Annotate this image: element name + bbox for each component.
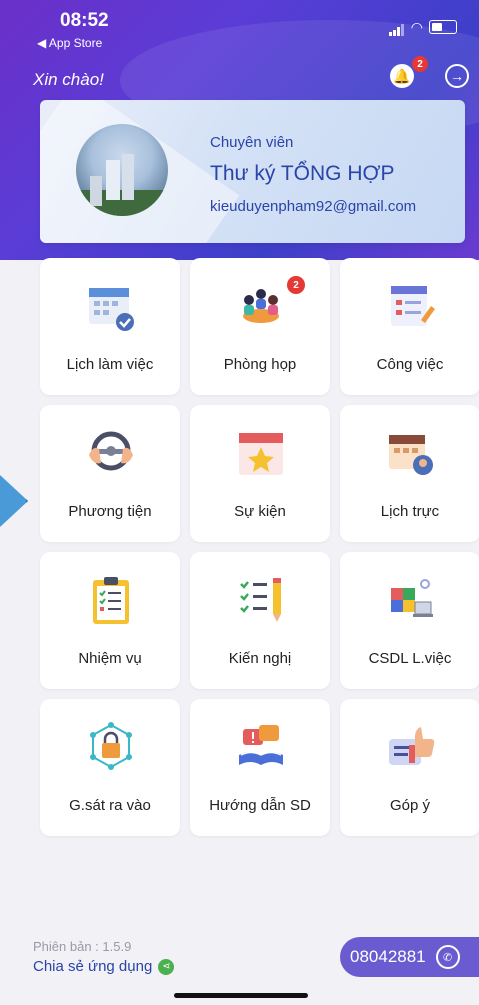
notification-badge: 2: [412, 56, 428, 72]
left-edge-arrow: [0, 475, 28, 527]
thumbs-up-feedback-icon: [389, 727, 435, 765]
menu-label: Nhiệm vụ: [78, 650, 142, 667]
home-indicator[interactable]: [174, 993, 308, 998]
clipboard-icon: [93, 577, 129, 624]
status-icons: ◠: [388, 18, 457, 36]
bell-icon[interactable]: 🔔: [390, 64, 414, 88]
menu-cong-viec[interactable]: Công việc: [340, 258, 479, 395]
greeting: Xin chào!: [33, 70, 104, 89]
menu-gop-y[interactable]: Góp ý: [340, 699, 479, 836]
menu-label: Góp ý: [389, 797, 431, 814]
logout-icon[interactable]: →: [445, 64, 469, 88]
menu-label: Hướng dẫn SD: [209, 797, 311, 814]
steering-wheel-icon: [89, 431, 133, 471]
signal-icon: [388, 18, 405, 36]
menu-gsat-ra-vao[interactable]: G.sát ra vào: [40, 699, 180, 836]
share-label: Chia sẻ ứng dụng: [33, 958, 153, 975]
menu-label: Kiến nghị: [228, 650, 292, 667]
profile-email: kieuduyenpham92@gmail.com: [210, 198, 417, 215]
menu-label: Sự kiện: [234, 503, 286, 520]
event-star-icon: [239, 433, 283, 475]
menu-label: CSDL L.việc: [368, 650, 452, 667]
hotline-number: 08042881: [350, 947, 426, 966]
menu-label: Lịch làm việc: [66, 356, 154, 373]
calendar-icon: [89, 288, 134, 331]
meeting-badge: 2: [287, 276, 305, 294]
phone-icon: ✆: [435, 945, 460, 969]
task-list-icon: [391, 286, 435, 326]
version-text: Phiên bản : 1.5.9: [33, 939, 132, 954]
menu-huong-dan-sd[interactable]: Hướng dẫn SD: [190, 699, 330, 836]
profile-name: Thư ký TỔNG HỢP: [210, 162, 395, 185]
menu-lich-truc[interactable]: Lịch trực: [340, 405, 479, 542]
menu-label: Công việc: [376, 356, 444, 373]
menu-nhiem-vu[interactable]: Nhiệm vụ: [40, 552, 180, 689]
menu-kien-nghi[interactable]: Kiến nghị: [190, 552, 330, 689]
checklist-pencil-icon: [240, 578, 281, 622]
status-bar: 08:52 ◀ App Store ◠: [0, 8, 479, 50]
share-app-link[interactable]: Chia sẻ ứng dụng ⋖: [33, 958, 175, 975]
back-to-app-store[interactable]: ◀ App Store: [37, 36, 102, 50]
hotline-button[interactable]: 08042881 ✆: [340, 937, 479, 977]
menu-phong-hop[interactable]: 2 Phòng họp: [190, 258, 330, 395]
menu-label: Lịch trực: [380, 503, 440, 520]
profile-card: Chuyên viên Thư ký TỔNG HỢP kieuduyenpha…: [40, 100, 465, 243]
database-cubes-icon: [391, 579, 433, 617]
access-lock-icon: [90, 722, 132, 770]
duty-calendar-icon: [389, 435, 433, 475]
menu-phuong-tien[interactable]: Phương tiện: [40, 405, 180, 542]
clock: 08:52: [60, 10, 109, 31]
menu-label: Phương tiện: [68, 503, 152, 520]
share-icon: ⋖: [158, 958, 175, 975]
menu-label: G.sát ra vào: [69, 797, 151, 814]
menu-lich-lam-viec[interactable]: Lịch làm việc: [40, 258, 180, 395]
profile-role: Chuyên viên: [210, 134, 294, 151]
battery-icon: [429, 20, 457, 34]
avatar[interactable]: [76, 124, 168, 216]
menu-label: Phòng họp: [223, 356, 297, 373]
meeting-room-icon: [243, 289, 279, 323]
menu-su-kien[interactable]: Sự kiện: [190, 405, 330, 542]
guide-book-icon: [239, 725, 283, 765]
wifi-icon: ◠: [410, 18, 423, 35]
menu-csdl-lviec[interactable]: CSDL L.việc: [340, 552, 479, 689]
